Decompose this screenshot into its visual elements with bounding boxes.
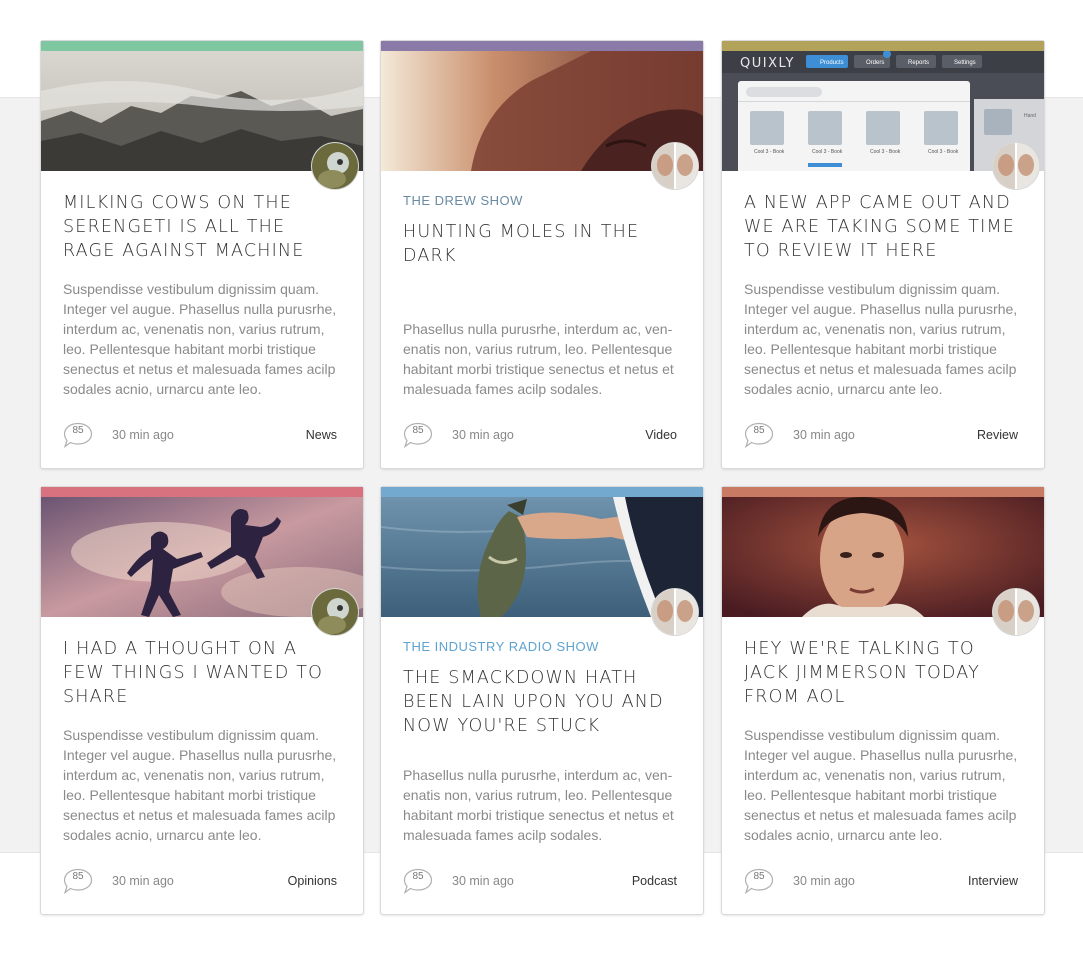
category-link[interactable]: News: [306, 428, 337, 442]
article-card[interactable]: Milking Cows on the Serengeti is all the…: [41, 41, 363, 468]
show-name[interactable]: The Drew Show: [403, 193, 523, 208]
article-card[interactable]: The Drew Show Hunting Moles in the Dark …: [381, 41, 703, 468]
svg-text:Products: Products: [820, 60, 844, 66]
category-link[interactable]: Interview: [968, 874, 1018, 888]
article-title[interactable]: Hunting Moles in the Dark: [403, 220, 681, 268]
card-accent-bar: [41, 487, 363, 497]
card-accent-bar: [41, 41, 363, 51]
comments-button[interactable]: 85: [63, 422, 93, 448]
svg-text:Cool 3 - Book: Cool 3 - Book: [928, 149, 959, 155]
show-name[interactable]: The Industry Radio Show: [403, 639, 599, 654]
card-footer: 85 30 min ago Video: [403, 422, 677, 448]
article-card[interactable]: The Industry Radio Show The Smackdown Ha…: [381, 487, 703, 914]
article-excerpt: Phasellus nulla purusrhe, interdum ac, v…: [403, 321, 674, 397]
article-card[interactable]: QUIXLY Products Orders Reports Settings …: [722, 41, 1044, 468]
comment-count: 85: [753, 425, 765, 436]
article-excerpt: Phasellus nulla purusrhe, interdum ac, v…: [403, 767, 674, 843]
svg-text:Reports: Reports: [908, 60, 929, 66]
category-link[interactable]: Opinions: [288, 874, 337, 888]
timestamp: 30 min ago: [793, 428, 855, 442]
article-card[interactable]: Hey we're talking to Jack Jimmerson toda…: [722, 487, 1044, 914]
card-footer: 85 30 min ago Interview: [744, 868, 1018, 894]
timestamp: 30 min ago: [112, 874, 174, 888]
comment-count: 85: [72, 871, 84, 882]
category-link[interactable]: Review: [977, 428, 1018, 442]
comment-count: 85: [753, 871, 765, 882]
card-footer: 85 30 min ago Podcast: [403, 868, 677, 894]
timestamp: 30 min ago: [452, 874, 514, 888]
svg-text:Cool 3 - Book: Cool 3 - Book: [754, 149, 785, 155]
comments-button[interactable]: 85: [63, 868, 93, 894]
article-excerpt: Suspendisse vestibulum dignissim quam. I…: [63, 281, 337, 397]
article-excerpt: Suspendisse vestibulum dignissim quam. I…: [744, 281, 1018, 397]
card-accent-bar: [722, 487, 1044, 497]
comment-count: 85: [412, 425, 424, 436]
svg-text:Cool 3 - Book: Cool 3 - Book: [870, 149, 901, 155]
article-title[interactable]: A new app came out and we are taking som…: [744, 191, 1022, 263]
author-avatar[interactable]: [312, 143, 358, 189]
timestamp: 30 min ago: [112, 428, 174, 442]
comment-count: 85: [72, 425, 84, 436]
svg-text:Hand: Hand: [1024, 113, 1036, 119]
comments-button[interactable]: 85: [403, 868, 433, 894]
svg-text:Orders: Orders: [866, 60, 884, 66]
card-accent-bar: [381, 41, 703, 51]
author-avatar[interactable]: [652, 143, 698, 189]
card-accent-bar: [722, 41, 1044, 51]
author-avatar[interactable]: [652, 589, 698, 635]
article-card[interactable]: I had a thought on a few things I wanted…: [41, 487, 363, 914]
category-link[interactable]: Podcast: [632, 874, 677, 888]
app-logo-text: QUIXLY: [740, 56, 795, 71]
author-avatar[interactable]: [993, 589, 1039, 635]
comments-button[interactable]: 85: [403, 422, 433, 448]
category-link[interactable]: Video: [645, 428, 677, 442]
card-footer: 85 30 min ago Review: [744, 422, 1018, 448]
article-title[interactable]: The Smackdown Hath Been Lain upon you an…: [403, 666, 681, 738]
comments-button[interactable]: 85: [744, 868, 774, 894]
comments-button[interactable]: 85: [744, 422, 774, 448]
card-footer: 85 30 min ago Opinions: [63, 868, 337, 894]
article-title[interactable]: Hey we're talking to Jack Jimmerson toda…: [744, 637, 1022, 709]
author-avatar[interactable]: [312, 589, 358, 635]
article-excerpt: Suspendisse vestibulum dignissim quam. I…: [744, 727, 1018, 843]
svg-text:Settings: Settings: [954, 60, 976, 66]
card-footer: 85 30 min ago News: [63, 422, 337, 448]
timestamp: 30 min ago: [793, 874, 855, 888]
article-title[interactable]: I had a thought on a few things I wanted…: [63, 637, 341, 709]
svg-text:Cool 3 - Book: Cool 3 - Book: [812, 149, 843, 155]
article-excerpt: Suspendisse vestibulum dignissim quam. I…: [63, 727, 337, 843]
timestamp: 30 min ago: [452, 428, 514, 442]
author-avatar[interactable]: [993, 143, 1039, 189]
card-accent-bar: [381, 487, 703, 497]
article-title[interactable]: Milking Cows on the Serengeti is all the…: [63, 191, 341, 263]
comment-count: 85: [412, 871, 424, 882]
